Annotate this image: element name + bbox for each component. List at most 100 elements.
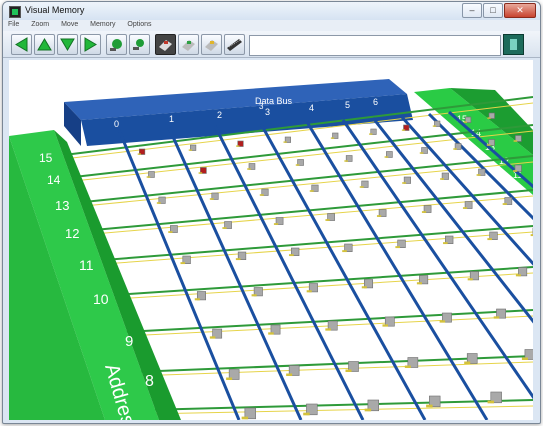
toolbar — [3, 31, 540, 58]
cell-connector — [376, 215, 382, 217]
cell-connector — [464, 361, 471, 365]
move-up-button[interactable] — [34, 34, 55, 55]
data-bus-tick-0: 0 — [114, 119, 119, 129]
go-button[interactable] — [503, 34, 524, 55]
cell-connector — [369, 133, 373, 135]
menu-move[interactable]: Move — [56, 20, 83, 28]
cell-connector — [443, 242, 448, 245]
cell-connector — [419, 152, 424, 154]
cell-connector — [168, 231, 173, 233]
cell-connector — [273, 223, 279, 225]
cell-connector — [467, 278, 473, 281]
cell-connector — [487, 238, 492, 241]
word-line — [93, 189, 533, 231]
data-bus-tick-1: 1 — [169, 114, 174, 124]
chip-red-button[interactable] — [155, 34, 176, 55]
cell-connector — [325, 328, 331, 331]
cell-connector — [453, 148, 457, 150]
data-bus-tick-3: 3 — [265, 107, 270, 117]
cell-connector — [295, 164, 300, 166]
menu-bar: File Zoom Move Memory Options — [3, 20, 540, 31]
cell-connector — [226, 377, 233, 381]
cell-connector — [198, 172, 203, 174]
cell-connector — [530, 234, 533, 237]
address-input[interactable] — [249, 35, 501, 56]
cell-connector — [421, 211, 427, 213]
cell-connector — [521, 357, 528, 361]
cell-connector — [487, 117, 491, 119]
memory-grid-scene: 15 14 13 12 11 Data Bus 0 1 2 3 3 4 5 6 — [9, 79, 533, 420]
word-line-highlight — [143, 405, 533, 415]
cell-connector — [401, 129, 406, 131]
data-bus-tick-3a: 3 — [259, 102, 264, 111]
zoom-in-button[interactable] — [106, 34, 127, 55]
data-bus-tick-5: 5 — [345, 100, 350, 110]
data-bus-tick-6: 6 — [373, 97, 378, 107]
arrow-left-icon — [15, 37, 28, 52]
chip-yellow-icon — [205, 40, 218, 51]
cell-connector — [364, 408, 372, 412]
address-tick-14: 14 — [47, 173, 61, 187]
address-tick-13: 13 — [55, 198, 69, 213]
menu-memory[interactable]: Memory — [85, 20, 120, 28]
cell-connector — [209, 198, 214, 200]
app-icon — [9, 6, 21, 18]
chip-green-icon — [182, 40, 195, 51]
cell-connector — [194, 298, 200, 301]
close-button[interactable]: ✕ — [504, 3, 536, 18]
cell-connector — [502, 203, 507, 205]
move-down-button[interactable] — [57, 34, 78, 55]
cell-connector — [325, 219, 330, 221]
cell-connector — [432, 125, 437, 127]
cell-connector — [222, 227, 227, 229]
cell-connector — [241, 416, 249, 420]
zoom-out-button[interactable] — [129, 34, 150, 55]
menu-file[interactable]: File — [3, 20, 24, 28]
cell-connector — [137, 153, 141, 155]
chip-strip-button[interactable] — [224, 34, 245, 55]
maximize-button[interactable]: □ — [483, 3, 503, 18]
cell-connector — [402, 182, 407, 184]
cell-connector — [384, 156, 389, 158]
cell-connector — [303, 412, 310, 416]
cell-connector — [156, 202, 161, 204]
word-line — [103, 225, 533, 261]
cell-connector — [426, 404, 433, 408]
cell-connector — [306, 290, 312, 293]
address-tick-8: 8 — [145, 373, 154, 390]
address-tick-9: 9 — [125, 333, 133, 350]
cell-connector — [395, 246, 400, 249]
move-left-button[interactable] — [11, 34, 32, 55]
cell-connector — [515, 274, 521, 277]
cell-connector — [236, 145, 240, 147]
chip-green-button[interactable] — [178, 34, 199, 55]
cell-connector — [359, 186, 364, 188]
menu-options[interactable]: Options — [122, 20, 156, 28]
cell-connector — [476, 174, 481, 176]
chip-strip-icon — [227, 39, 242, 51]
chip-yellow-button[interactable] — [201, 34, 222, 55]
menu-zoom[interactable]: Zoom — [26, 20, 54, 28]
cell-connector — [247, 168, 251, 170]
cell-connector — [209, 336, 216, 339]
cell-connector — [146, 176, 151, 178]
word-line — [83, 155, 533, 203]
cell-connector — [188, 149, 193, 151]
cell-connector — [486, 144, 491, 146]
move-right-button[interactable] — [80, 34, 101, 55]
cell-connector — [180, 262, 186, 265]
cell-connector — [289, 254, 294, 257]
bit-line — [259, 123, 427, 420]
memory-3d-view[interactable]: 15 14 13 12 11 Data Bus 0 1 2 3 3 4 5 6 — [9, 60, 533, 420]
arrow-up-icon — [37, 38, 52, 51]
cell-connector — [268, 332, 274, 335]
minimize-button[interactable]: – — [462, 3, 482, 18]
cell-connector — [487, 400, 495, 404]
cell-connector — [439, 320, 446, 323]
title-bar[interactable]: Visual Memory – □ ✕ — [3, 2, 540, 20]
cell-connector — [344, 160, 348, 162]
arrow-down-icon — [60, 38, 75, 51]
cell-connector — [235, 258, 241, 261]
go-icon — [510, 39, 517, 50]
cell-connector — [286, 373, 293, 377]
